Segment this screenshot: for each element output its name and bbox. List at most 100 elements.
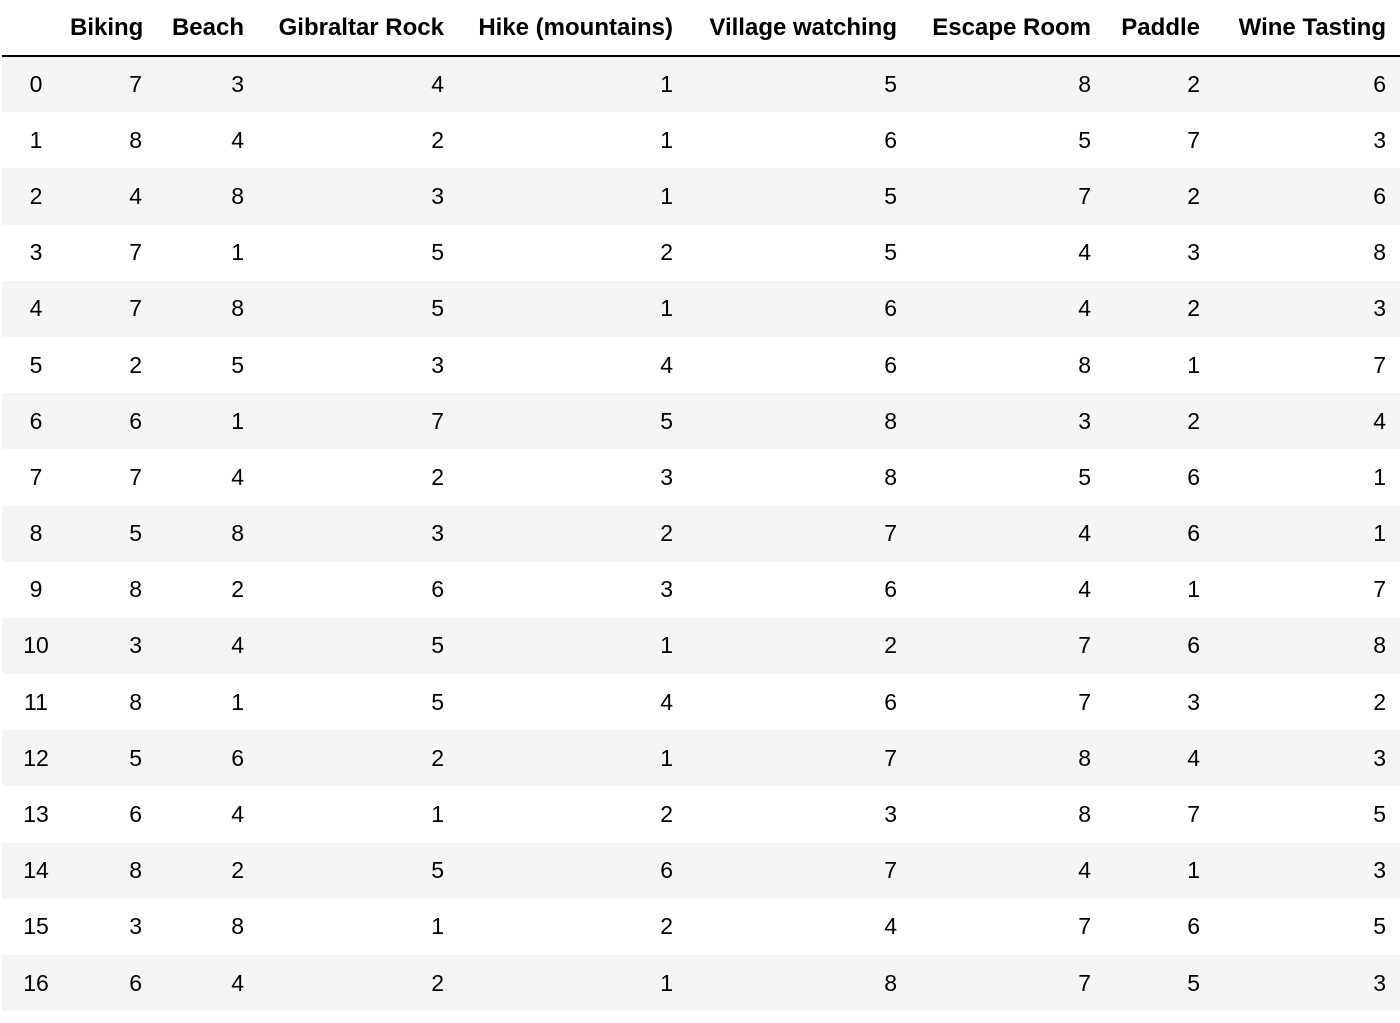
table-row: 7 7 4 2 3 8 5 6 1 [2,449,1400,506]
table-cell: 3 [660,576,673,603]
table-cell: 5 [431,688,444,715]
table-cell: 7 [1078,913,1091,940]
table-row: 8 5 8 3 2 7 4 6 1 [2,505,1400,562]
table-cell: 3 [431,182,444,209]
row-index: 0 [29,71,43,98]
table-cell: 2 [129,351,142,378]
table-row: 5 2 5 3 4 6 8 1 7 [2,336,1400,394]
table-cell: 3 [231,71,244,98]
table-cell: 5 [1373,913,1386,940]
row-index: 16 [23,969,49,996]
row-index: 6 [29,407,43,434]
table-cell: 1 [660,126,673,153]
table-cell: 6 [129,801,142,828]
table-cell: 2 [884,632,897,659]
table-cell: 8 [129,126,142,153]
table-cell: 8 [1078,744,1091,771]
table-cell: 5 [884,182,897,209]
table-cell: 1 [1187,576,1200,603]
table-cell: 8 [231,295,244,322]
header-row: Biking Beach Gibraltar Rock Hike (mountains… [2,0,1400,57]
table-cell: 1 [231,407,244,434]
table-cell: 4 [231,632,244,659]
table-cell: 8 [1078,351,1091,378]
table-cell: 4 [231,463,244,490]
table-cell: 8 [231,520,244,547]
table-cell: 4 [129,182,142,209]
column-header: Escape Room [911,0,1105,57]
table-cell: 1 [431,801,444,828]
table-cell: 1 [660,182,673,209]
table-cell: 8 [1373,632,1386,659]
table-row: 9 8 2 6 3 6 4 1 7 [2,561,1400,618]
table-cell: 5 [660,407,673,434]
column-header: Wine Tasting [1214,0,1400,57]
row-index: 2 [29,182,43,209]
table-row: 10 3 4 5 1 2 7 6 8 [2,617,1400,675]
table-cell: 3 [1078,407,1091,434]
table-cell: 3 [431,520,444,547]
row-index: 10 [23,632,49,659]
table-cell: 4 [1187,744,1200,771]
table-cell: 7 [884,520,897,547]
table-cell: 3 [129,632,142,659]
table-cell: 8 [884,463,897,490]
table-cell: 2 [1373,688,1386,715]
row-index: 5 [29,351,43,378]
table-cell: 8 [231,182,244,209]
table-cell: 4 [1373,407,1386,434]
table-cell: 8 [129,688,142,715]
table-cell: 1 [1187,351,1200,378]
table-cell: 8 [129,857,142,884]
table-cell: 5 [884,71,897,98]
table-cell: 3 [1373,969,1386,996]
table-cell: 7 [884,857,897,884]
table-cell: 2 [1187,182,1200,209]
table-body: 0734158261842165732483157263715254384785… [2,56,1400,1012]
table-cell: 6 [1187,632,1200,659]
column-header: Beach [156,0,258,57]
table-cell: 8 [884,969,897,996]
table-cell: 1 [660,632,673,659]
table-cell: 2 [1187,407,1200,434]
table-cell: 6 [231,744,244,771]
table-cell: 7 [431,407,444,434]
table-cell: 7 [1078,969,1091,996]
table-row: 6 6 1 7 5 8 3 2 4 [2,393,1400,450]
row-index: 3 [29,239,43,266]
table-cell: 4 [1078,295,1091,322]
table-header: Biking Beach Gibraltar Rock Hike (mountains… [2,0,1400,57]
table-cell: 5 [431,295,444,322]
table-cell: 1 [660,744,673,771]
table-cell: 3 [1373,744,1386,771]
table-row: 12 5 6 2 1 7 8 4 3 [2,730,1400,787]
table-cell: 4 [1078,857,1091,884]
table-cell: 8 [1078,801,1091,828]
table-cell: 1 [660,969,673,996]
table-cell: 6 [129,969,142,996]
index-column-header [2,0,70,57]
table-cell: 1 [231,239,244,266]
table-cell: 6 [1373,182,1386,209]
table-cell: 3 [431,351,444,378]
table-cell: 1 [660,295,673,322]
table-cell: 1 [231,688,244,715]
table-cell: 8 [231,913,244,940]
table-cell: 7 [129,71,142,98]
table-row: 4 7 8 5 1 6 4 2 3 [2,280,1400,337]
table-row: 0 7 3 4 1 5 8 2 6 [2,56,1400,113]
table-cell: 7 [129,295,142,322]
table-cell: 6 [1187,520,1200,547]
table-cell: 5 [884,239,897,266]
table-cell: 2 [1187,71,1200,98]
table-cell: 5 [129,520,142,547]
table-cell: 8 [129,576,142,603]
table-cell: 2 [660,913,673,940]
table-cell: 2 [431,744,444,771]
table-cell: 4 [660,351,673,378]
table-cell: 2 [431,463,444,490]
table-cell: 4 [1078,239,1091,266]
table-cell: 1 [1373,463,1386,490]
table-cell: 7 [1187,801,1200,828]
table-cell: 6 [884,688,897,715]
